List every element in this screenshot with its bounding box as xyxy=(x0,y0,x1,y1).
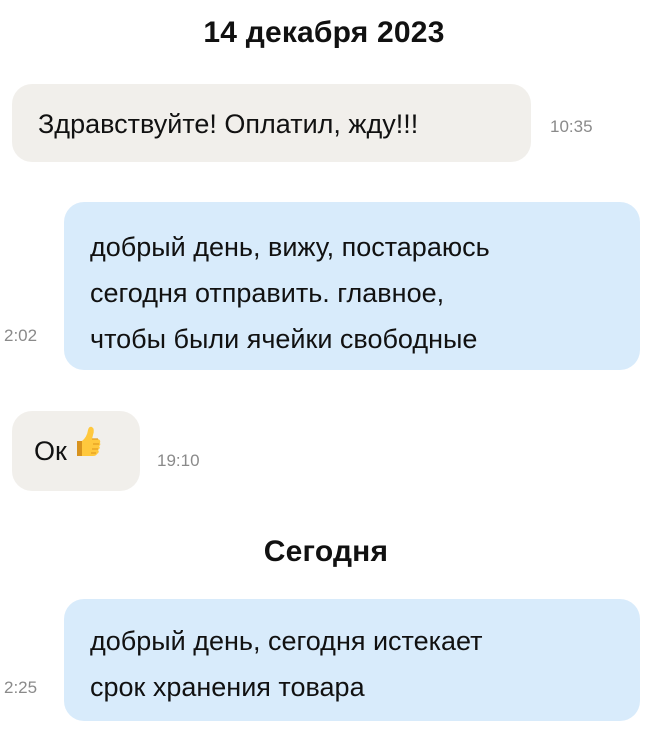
message-text-line: добрый день, сегодня истекает xyxy=(90,626,483,656)
message-text-line: срок хранения товара xyxy=(90,672,365,702)
message-time: 2:25 xyxy=(4,678,38,697)
thumbs-up-icon xyxy=(68,425,104,475)
date-separator: 14 декабря 2023 xyxy=(203,16,445,49)
message-time: 2:02 xyxy=(4,326,38,345)
message-text: Ок xyxy=(34,436,67,467)
message-text-line: сегодня отправить. главное, xyxy=(90,278,445,308)
incoming-message-bubble[interactable]: Ок xyxy=(12,411,140,491)
incoming-message-bubble[interactable]: Здравствуйте! Оплатил, жду!!! xyxy=(12,84,531,162)
message-text-line: добрый день, вижу, постараюсь xyxy=(90,232,490,262)
message-text-line: чтобы были ячейки свободные xyxy=(90,324,478,354)
message-time: 19:10 xyxy=(157,451,200,470)
outgoing-message-bubble[interactable]: добрый день, сегодня истекает срок хране… xyxy=(64,599,640,721)
message-text: Здравствуйте! Оплатил, жду!!! xyxy=(38,109,419,139)
outgoing-message-bubble[interactable]: добрый день, вижу, постараюсь сегодня от… xyxy=(64,202,640,370)
message-time: 10:35 xyxy=(550,117,593,136)
date-separator: Сегодня xyxy=(263,535,389,568)
